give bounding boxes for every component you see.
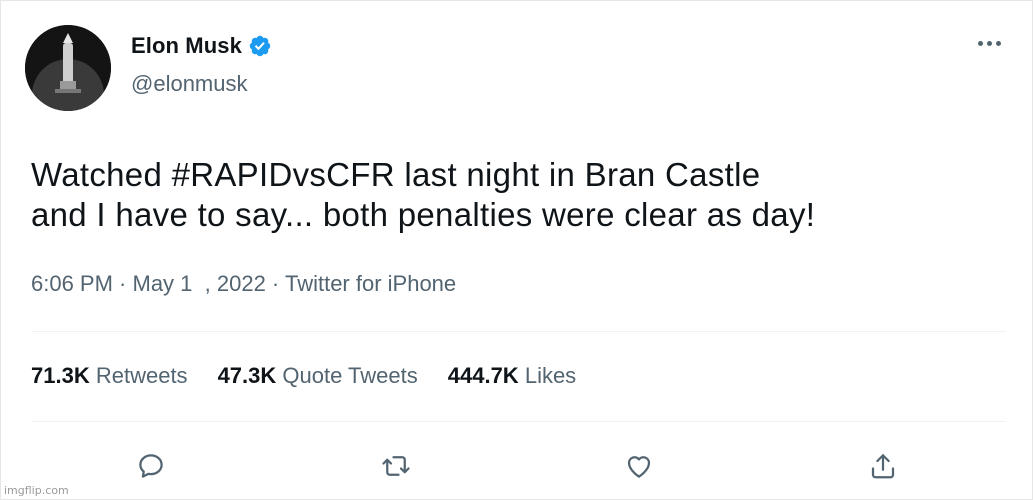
dot xyxy=(986,40,992,46)
likes-stat[interactable]: 444.7K Likes xyxy=(448,363,576,389)
tweet-text-line-1: Watched #RAPIDvsCFR last night in Bran C… xyxy=(31,156,761,193)
author-handle[interactable]: @elonmusk xyxy=(131,71,248,97)
verified-badge-icon xyxy=(248,34,272,58)
retweet-icon[interactable] xyxy=(376,446,416,486)
retweets-label: Retweets xyxy=(95,363,188,388)
divider xyxy=(31,421,1006,422)
retweets-count: 71.3K xyxy=(31,363,90,388)
avatar[interactable] xyxy=(25,25,111,111)
avatar-image xyxy=(25,25,111,111)
display-name[interactable]: Elon Musk xyxy=(131,33,242,59)
dot xyxy=(995,40,1001,46)
tweet-card: Elon Musk @elonmusk Watched #RAPIDvsCFR … xyxy=(0,0,1033,500)
meta-separator: · xyxy=(265,271,285,296)
divider xyxy=(31,331,1006,332)
meta-separator: · xyxy=(112,271,133,296)
quote-tweets-count: 47.3K xyxy=(217,363,277,388)
tweet-date[interactable]: May 1 , 2022 xyxy=(133,271,266,296)
tweet-meta: 6:06 PM · May 1 , 2022 · Twitter for iPh… xyxy=(31,271,456,297)
dot xyxy=(977,40,983,46)
tweet-stats: 71.3K Retweets 47.3K Quote Tweets 444.7K… xyxy=(31,363,576,389)
reply-icon[interactable] xyxy=(131,446,171,486)
watermark: imgflip.com xyxy=(4,484,69,497)
tweet-actions xyxy=(1,446,1033,486)
share-icon[interactable] xyxy=(863,446,903,486)
likes-count: 444.7K xyxy=(447,363,519,388)
author-name-row[interactable]: Elon Musk xyxy=(131,33,272,59)
likes-label: Likes xyxy=(524,363,577,388)
tweet-source[interactable]: Twitter for iPhone xyxy=(285,271,456,296)
quote-tweets-stat[interactable]: 47.3K Quote Tweets xyxy=(218,363,418,389)
like-icon[interactable] xyxy=(619,446,659,486)
tweet-text: Watched #RAPIDvsCFR last night in Bran C… xyxy=(31,155,991,235)
more-options-icon[interactable] xyxy=(971,33,1007,53)
tweet-time[interactable]: 6:06 PM xyxy=(31,271,113,296)
quote-tweets-label: Quote Tweets xyxy=(282,363,418,388)
retweets-stat[interactable]: 71.3K Retweets xyxy=(31,363,188,389)
tweet-text-line-2: and I have to say... both penalties were… xyxy=(31,196,816,233)
